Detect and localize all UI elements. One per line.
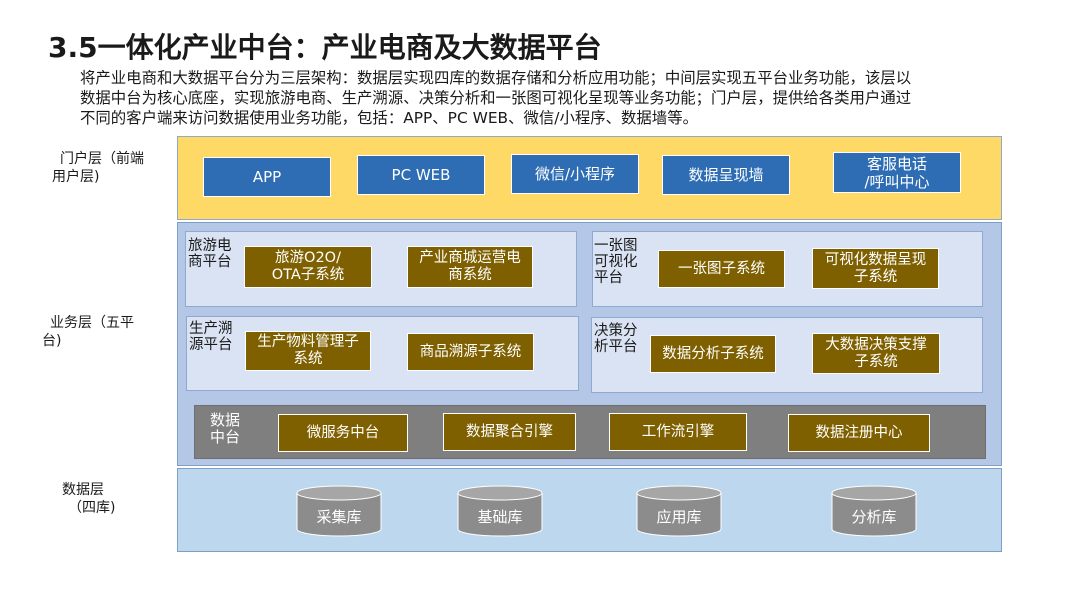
portal-item-label: PC WEB [391, 166, 451, 184]
label-line: 平台 [594, 270, 623, 286]
label-line: 决策分 [594, 323, 638, 339]
system-one-map: 一张图子系统 [658, 250, 785, 288]
label-line: 中台 [210, 428, 241, 446]
business-layer-label: 业务层（五平 台) [42, 314, 134, 350]
portal-item-wechat: 微信/小程序 [511, 154, 639, 194]
label-line: 旅游电 [188, 238, 232, 254]
data-registry-center: 数据注册中心 [788, 414, 930, 452]
portal-item-pc-web: PC WEB [357, 155, 485, 195]
data-center-item-label: 工作流引擎 [641, 423, 715, 440]
system-industry-mall: 产业商城运营电 商系统 [407, 246, 533, 288]
system-visual-data: 可视化数据呈现 子系统 [812, 248, 939, 289]
label-line: 门户层（前端 [60, 151, 144, 167]
platform-label: 旅游电 商平台 [188, 238, 232, 270]
label-line: 数据 [210, 411, 241, 429]
portal-item-label: 数据呈现墙 [688, 166, 764, 184]
database-label: 分析库 [851, 507, 897, 526]
portal-item-data-wall: 数据呈现墙 [662, 155, 790, 195]
database-analysis: 分析库 [831, 485, 917, 537]
description: 将产业电商和大数据平台分为三层架构：数据层实现四库的数据存储和分析应用功能；中间… [80, 68, 1065, 128]
label-line: 析平台 [594, 339, 638, 355]
portal-item-call-center: 客服电话 /呼叫中心 [833, 152, 961, 193]
database-label: 基础库 [477, 507, 523, 526]
label-line: 用户层) [52, 169, 100, 185]
label-line: 业务层（五平 [50, 315, 134, 331]
platform-label: 决策分 析平台 [594, 323, 638, 355]
system-goods-traceability: 商品溯源子系统 [407, 333, 534, 371]
system-label: 产业商城运营电 [419, 250, 521, 266]
system-label: 数据分析子系统 [662, 345, 764, 362]
database-label: 应用库 [656, 507, 702, 526]
system-label: OTA子系统 [271, 267, 345, 283]
database-base: 基础库 [457, 485, 543, 537]
label-line: 源平台 [189, 337, 233, 353]
portal-item-label: APP [252, 168, 282, 186]
page-title: 3.5一体化产业中台：产业电商及大数据平台 [48, 31, 602, 64]
microservice-center: 微服务中台 [278, 414, 408, 452]
system-tourism-o2o: 旅游O2O/ OTA子系统 [244, 246, 372, 288]
data-aggregation-engine: 数据聚合引擎 [443, 413, 576, 451]
system-label: 生产物料管理子 [257, 334, 359, 350]
data-center-item-label: 微服务中台 [306, 424, 380, 441]
label-line: （四库) [68, 500, 116, 516]
portal-item-label: /呼叫中心 [864, 172, 930, 191]
data-center-item-label: 数据注册中心 [815, 424, 903, 441]
platform-label: 一张图 可视化 平台 [594, 238, 638, 286]
system-data-analysis: 数据分析子系统 [650, 335, 776, 373]
system-label: 商系统 [448, 267, 492, 283]
system-label: 子系统 [853, 268, 898, 285]
label-line: 生产溯 [189, 321, 233, 337]
system-label: 商品溯源子系统 [419, 343, 522, 360]
system-label: 可视化数据呈现 [824, 251, 927, 268]
data-center-item-label: 数据聚合引擎 [466, 423, 553, 440]
portal-item-label: 微信/小程序 [534, 165, 616, 183]
data-center-label: 数据 中台 [210, 412, 240, 446]
label-line: 台) [42, 333, 62, 349]
system-big-data-decision: 大数据决策支撑 子系统 [812, 333, 940, 374]
database-application: 应用库 [636, 485, 722, 537]
portal-item-app: APP [203, 157, 331, 197]
description-line: 不同的客户端来访问数据使用业务功能，包括：APP、PC WEB、微信/小程序、数… [80, 109, 698, 127]
system-production-material: 生产物料管理子 系统 [245, 331, 371, 371]
portal-item-label: 客服电话 [866, 154, 927, 173]
system-label: 子系统 [854, 353, 898, 370]
label-line: 一张图 [594, 238, 638, 254]
data-layer-label: 数据层 （四库) [62, 481, 115, 517]
label-line: 数据层 [62, 482, 104, 498]
portal-layer-label: 门户层（前端 用户层) [52, 150, 144, 186]
system-label: 系统 [293, 351, 323, 367]
system-label: 大数据决策支撑 [825, 336, 927, 353]
system-label: 旅游O2O/ [275, 250, 341, 266]
description-line: 数据中台为核心底座，实现旅游电商、生产溯源、决策分析和一张图可视化呈现等业务功能… [80, 89, 912, 107]
database-label: 采集库 [316, 507, 362, 526]
label-line: 商平台 [188, 254, 232, 270]
workflow-engine: 工作流引擎 [609, 413, 747, 451]
database-collection: 采集库 [296, 485, 382, 537]
label-line: 可视化 [594, 254, 638, 270]
system-label: 一张图子系统 [678, 260, 765, 277]
platform-label: 生产溯 源平台 [189, 321, 233, 353]
description-line: 将产业电商和大数据平台分为三层架构：数据层实现四库的数据存储和分析应用功能；中间… [80, 69, 912, 87]
